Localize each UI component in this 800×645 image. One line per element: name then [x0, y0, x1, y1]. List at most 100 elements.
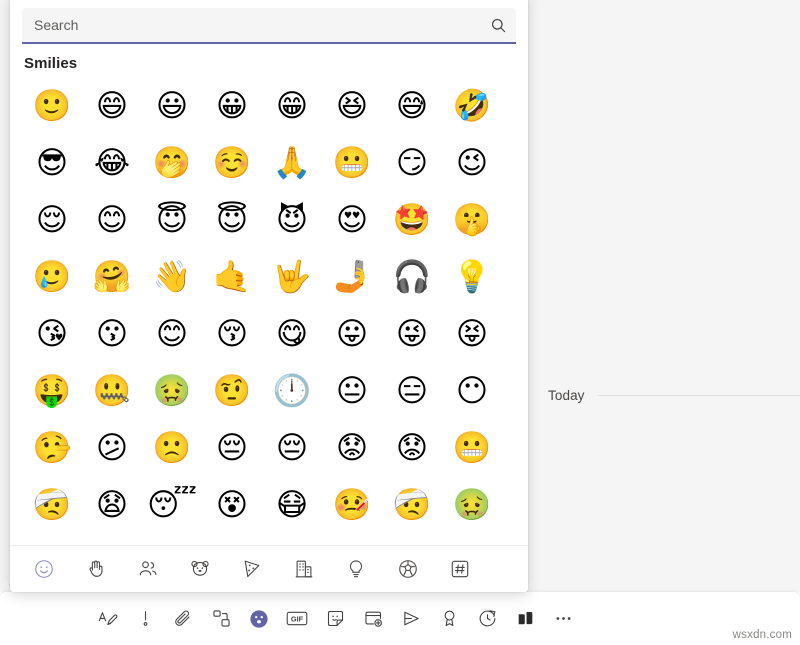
emoji-scroll-area[interactable]: 🙂 😄 😃 😀 😁 😆 😅 🤣 😎 😂 🤭 ☺️ 🙏 😬 😏 😉 😌 😊 😇 😇 😈 😍 🤩 🤫 🥲 🤗 👋 🤙 🤟 🤳 🎧 💡 😘 😗 😊 😚 😋 😛 😜… — [10, 78, 528, 545]
emoji-slightly-frowning-face[interactable]: 🙁 — [142, 420, 202, 477]
emoji-face-with-tear[interactable]: 🥲 — [22, 249, 82, 306]
emoji-face-with-thermometer[interactable]: 🤒 — [322, 477, 382, 534]
emoji-winking-face-with-tongue[interactable]: 😜 — [382, 306, 442, 363]
emoji-smiling-face-with-heart-eyes[interactable]: 😍 — [322, 192, 382, 249]
emoji-squinting-face-with-tongue[interactable]: 😝 — [442, 306, 502, 363]
emoji-face-with-thermometer-mouth[interactable]: 🤕 — [22, 477, 82, 534]
emoji-face-with-medical-mask[interactable]: 😷 — [262, 477, 322, 534]
emoji-money-mouth-face[interactable]: 🤑 — [22, 363, 82, 420]
emoji-category-tabs — [10, 545, 528, 592]
emoji-face-with-tears-of-joy[interactable]: 😂 — [82, 135, 142, 192]
emoji-kissing-face[interactable]: 😗 — [82, 306, 142, 363]
emoji-blushing-smiling-face[interactable]: 😇 — [142, 192, 202, 249]
praise-button[interactable] — [430, 600, 468, 638]
emoji-nauseated-green-face[interactable]: 🤢 — [142, 363, 202, 420]
emoji-winking-face[interactable]: 😉 — [442, 135, 502, 192]
emoji-neutral-face[interactable]: 😐 — [322, 363, 382, 420]
tab-smilies[interactable] — [18, 549, 70, 589]
bear-icon — [189, 558, 211, 580]
emoji-dizzy-knocked-out-face[interactable]: 😵 — [202, 477, 262, 534]
search-field[interactable] — [22, 8, 516, 44]
tab-hands[interactable] — [70, 549, 122, 589]
emoji-slightly-smiling-face[interactable]: 🙂 — [22, 78, 82, 135]
emoji-face-blowing-a-kiss[interactable]: 😘 — [22, 306, 82, 363]
emoji-lying-face[interactable]: 🤥 — [22, 420, 82, 477]
reminder-button[interactable] — [468, 600, 506, 638]
tab-objects[interactable] — [330, 549, 382, 589]
emoji-grinning-squinting-face[interactable]: 😆 — [322, 78, 382, 135]
tab-food[interactable] — [226, 549, 278, 589]
emoji-worried-face[interactable]: 😟 — [322, 420, 382, 477]
emoji-sleeping-face[interactable]: 😴 — [142, 477, 202, 534]
search-input[interactable] — [22, 8, 480, 42]
hand-icon — [85, 558, 107, 580]
day-divider: Today — [548, 385, 800, 405]
emoji-kissing-face-with-closed-eyes[interactable]: 😚 — [202, 306, 262, 363]
importance-button[interactable] — [126, 600, 164, 638]
emoji-nauseated-face[interactable]: 🤢 — [442, 477, 502, 534]
emoji-confused-face[interactable]: 😕 — [82, 420, 142, 477]
emoji-grimacing-face[interactable]: 😬 — [322, 135, 382, 192]
emoji-face-with-clock[interactable]: 🕛 — [262, 363, 322, 420]
sticker-button[interactable] — [316, 600, 354, 638]
emoji-grimacing-face-with-braces[interactable]: 😬 — [442, 420, 502, 477]
emoji-anguished-face[interactable]: 😧 — [82, 477, 142, 534]
emoji-grinning-face[interactable]: 😀 — [202, 78, 262, 135]
emoji-face-with-head-bandage[interactable]: 🤕 — [382, 477, 442, 534]
emoji-waving-smiling-face[interactable]: 👋 — [142, 249, 202, 306]
emoji-expressionless-face[interactable]: 😑 — [382, 363, 442, 420]
emoji-face-with-tongue[interactable]: 😛 — [322, 306, 382, 363]
tab-travel[interactable] — [278, 549, 330, 589]
format-button[interactable] — [88, 600, 126, 638]
emoji-star-struck[interactable]: 🤩 — [382, 192, 442, 249]
tab-symbols[interactable] — [434, 549, 486, 589]
emoji-pensive-face-with-dark-hair[interactable]: 😔 — [262, 420, 322, 477]
schedule-meeting-button[interactable] — [354, 600, 392, 638]
emoji-grinning-face-with-smiling-eyes[interactable]: 😄 — [82, 78, 142, 135]
emoji-button[interactable] — [240, 600, 278, 638]
search-icon[interactable] — [480, 8, 516, 42]
emoji-face-with-hand-over-mouth[interactable]: 🤭 — [142, 135, 202, 192]
emoji-rolling-on-the-floor-laughing[interactable]: 🤣 — [442, 78, 502, 135]
loop-component-button[interactable] — [202, 600, 240, 638]
emoji-zipper-mouth-face[interactable]: 🤐 — [82, 363, 142, 420]
emoji-face-with-raised-eyebrow[interactable]: 🤨 — [202, 363, 262, 420]
emoji-smirking-grin-face[interactable]: 😎 — [22, 135, 82, 192]
stream-button[interactable] — [392, 600, 430, 638]
approvals-button[interactable] — [506, 600, 544, 638]
tab-people[interactable] — [122, 549, 174, 589]
emoji-beaming-face-with-smiling-eyes[interactable]: 😁 — [262, 78, 322, 135]
compose-bar: GIF — [0, 591, 800, 645]
emoji-pensive-face[interactable]: 😔 — [202, 420, 262, 477]
emoji-grinning-face-with-big-eyes[interactable]: 😃 — [142, 78, 202, 135]
emoji-smiling-face-with-smiling-eyes[interactable]: 😊 — [82, 192, 142, 249]
emoji-call-me-smiling-face[interactable]: 🤙 — [202, 249, 262, 306]
emoji-hugging-face[interactable]: 🤗 — [82, 249, 142, 306]
format-text-icon — [97, 608, 118, 629]
emoji-selfie-face[interactable]: 🤳 — [322, 249, 382, 306]
tab-activity[interactable] — [382, 549, 434, 589]
emoji-smiling-face-with-horns[interactable]: 😈 — [262, 192, 322, 249]
emoji-smirking-face[interactable]: 😏 — [382, 135, 442, 192]
emoji-smiling-face-with-halo[interactable]: 😇 — [202, 192, 262, 249]
emoji-grinning-face-with-sweat[interactable]: 😅 — [382, 78, 442, 135]
attach-button[interactable] — [164, 600, 202, 638]
emoji-relieved-face[interactable]: 😌 — [22, 192, 82, 249]
emoji-kissing-smiling-face[interactable]: 😊 — [142, 306, 202, 363]
emoji-picker-flyout: Smilies 🙂😄😃😀😁😆😅🤣😎😂🤭☺️🙏😬😏😉😌😊😇😇😈😍🤩🤫🥲🤗👋🤙🤟🤳🎧… — [10, 0, 528, 592]
emoji-shushing-face[interactable]: 🤫 — [442, 192, 502, 249]
emoji-simple-smiling-face[interactable]: 🙏 — [262, 135, 322, 192]
tab-animals[interactable] — [174, 549, 226, 589]
emoji-anguished-worried-face[interactable]: 😟 — [382, 420, 442, 477]
emoji-smiling-face[interactable]: ☺️ — [202, 135, 262, 192]
emoji-idea-face[interactable]: 💡 — [442, 249, 502, 306]
lightbulb-icon — [345, 558, 367, 580]
compose-toolbar: GIF — [88, 592, 582, 645]
soccer-ball-icon — [397, 558, 419, 580]
emoji-love-you-gesture-face[interactable]: 🤟 — [262, 249, 322, 306]
emoji-face-without-mouth[interactable]: 😶 — [442, 363, 502, 420]
giphy-button[interactable]: GIF — [278, 600, 316, 638]
emoji-face-with-headphones[interactable]: 🎧 — [382, 249, 442, 306]
more-options-button[interactable] — [544, 600, 582, 638]
emoji-face-savoring-food[interactable]: 😋 — [262, 306, 322, 363]
